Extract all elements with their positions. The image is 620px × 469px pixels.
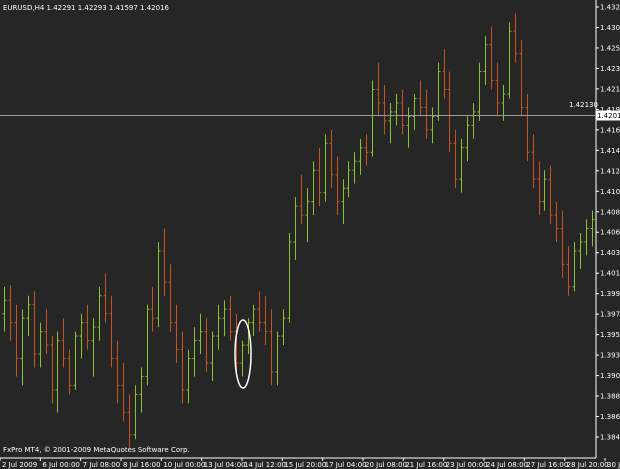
- time-tick-label: 28 Jul 20:00: [567, 461, 609, 469]
- price-tick-label: 1.40825: [600, 208, 620, 216]
- time-tick-label: 7 Jul 08:00: [83, 461, 121, 469]
- time-tick-label: 14 Jul 12:00: [244, 461, 286, 469]
- price-tick-label: 1.39300: [600, 352, 620, 360]
- time-tick-label: 15 Jul 20:00: [284, 461, 326, 469]
- time-tick-label: 13 Jul 04:00: [204, 461, 246, 469]
- time-tick-label: 24 Jul 08:00: [486, 461, 528, 469]
- price-tick-label: 1.41480: [600, 147, 620, 155]
- time-tick-label: 27 Jul 16:00: [526, 461, 568, 469]
- price-tick-label: 1.38865: [600, 393, 620, 401]
- chart-background: [0, 0, 620, 469]
- price-tick-label: 1.42565: [600, 44, 620, 52]
- price-tick-label: 1.40390: [600, 249, 620, 257]
- time-tick-label: 23 Jul 00:00: [446, 461, 488, 469]
- time-tick-label: 6 Jul 00:00: [42, 461, 80, 469]
- price-tick-label: 1.42130: [600, 85, 620, 93]
- time-tick-label: 2 Jul 2009: [2, 461, 37, 469]
- price-tick-label: 1.39735: [600, 311, 620, 319]
- price-tick-label: 1.41040: [600, 188, 620, 196]
- chart-title: EURUSD,H4 1.42291 1.42293 1.41597 1.4201…: [3, 4, 170, 12]
- price-tick-label: 1.40605: [600, 229, 620, 237]
- price-tick-label: 1.41260: [600, 167, 620, 175]
- current-price-label: 1.42016: [597, 112, 620, 120]
- price-tick-label: 1.40170: [600, 270, 620, 278]
- time-tick-label: 21 Jul 16:00: [405, 461, 447, 469]
- time-tick-label: 10 Jul 00:00: [163, 461, 205, 469]
- time-tick-label: 20 Jul 08:00: [365, 461, 407, 469]
- price-tick-label: 1.39080: [600, 372, 620, 380]
- price-tick-label: 1.38425: [600, 434, 620, 442]
- time-tick-label: 30 Jul 04:00: [607, 461, 620, 469]
- price-tick-label: 1.42350: [600, 65, 620, 73]
- copyright-label: FxPro MT4, © 2001-2009 MetaQuotes Softwa…: [3, 446, 190, 454]
- time-tick-label: 8 Jul 16:00: [123, 461, 161, 469]
- time-tick-label: 17 Jul 04:00: [325, 461, 367, 469]
- price-tick-label: 1.41695: [600, 126, 620, 134]
- price-tick-label: 1.43005: [600, 24, 620, 32]
- price-tick-label: 1.38645: [600, 413, 620, 421]
- price-tick-label: 1.39955: [600, 290, 620, 298]
- price-tick-label: 1.43220: [600, 4, 620, 12]
- price-chart[interactable]: 1.432201.430051.425651.423501.421301.419…: [0, 0, 620, 469]
- price-tick-label: 1.42130: [569, 101, 598, 109]
- price-tick-label: 1.39515: [600, 331, 620, 339]
